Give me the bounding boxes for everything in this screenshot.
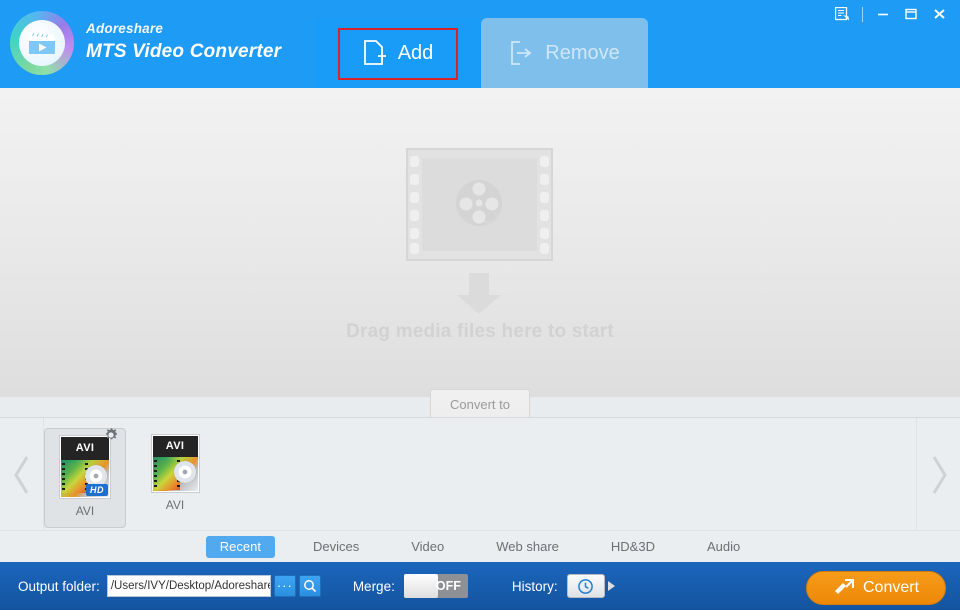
close-icon	[933, 9, 945, 19]
tab-audio[interactable]: Audio	[693, 536, 754, 558]
app-logo-icon	[10, 11, 74, 75]
arrow-down-icon	[457, 273, 501, 314]
brand-company: Adoreshare	[86, 21, 164, 36]
chevron-right-icon	[932, 455, 947, 494]
maximize-icon	[905, 8, 917, 20]
format-filmstrip-icon	[62, 463, 88, 494]
format-item-label: AVI	[165, 498, 185, 512]
add-file-icon	[363, 40, 386, 65]
tab-video[interactable]: Video	[397, 536, 458, 558]
add-button[interactable]: Add	[314, 18, 481, 88]
brand-text: Adoreshare MTS Video Converter	[86, 21, 281, 65]
drop-hint-text: Drag media files here to start	[346, 321, 614, 342]
format-ext-label: AVI	[152, 436, 198, 457]
formats-prev-button[interactable]	[0, 418, 44, 531]
feedback-icon	[834, 7, 849, 21]
bottom-bar: Output folder: /Users/IVY/Desktop/Adores…	[0, 562, 960, 610]
output-folder-input[interactable]: /Users/IVY/Desktop/Adoreshare	[106, 575, 271, 597]
brand-logo-group: Adoreshare MTS Video Converter	[10, 11, 281, 75]
add-button-label: Add	[397, 41, 434, 64]
tab-web-share-label: Web share	[496, 539, 559, 554]
format-thumb-wrap: AVI	[151, 435, 199, 492]
feedback-button[interactable]	[829, 2, 855, 26]
brand-product: MTS Video Converter	[86, 41, 282, 62]
tab-video-label: Video	[411, 539, 445, 554]
tab-devices[interactable]: Devices	[299, 536, 373, 558]
format-ext-label: AVI	[61, 437, 109, 460]
merge-label: Merge:	[352, 578, 395, 594]
format-thumb-wrap: AVI HD	[60, 428, 117, 498]
remove-button[interactable]: Remove	[481, 18, 648, 88]
convert-arrow-icon	[834, 579, 854, 594]
history-dropdown-caret[interactable]	[607, 581, 615, 591]
minimize-icon	[878, 13, 888, 16]
format-category-tabs: Recent Devices Video Web share HD&3D Aud…	[0, 530, 960, 562]
film-strip-icon	[406, 148, 553, 261]
merge-toggle-state: OFF	[435, 579, 461, 593]
remove-button-label: Remove	[545, 41, 620, 64]
tab-devices-label: Devices	[312, 539, 360, 554]
tab-hd3d[interactable]: HD&3D	[597, 536, 669, 558]
tab-audio-label: Audio	[706, 539, 741, 554]
convert-button-label: Convert	[862, 579, 920, 596]
magnifier-icon	[303, 580, 316, 593]
chevron-left-icon	[13, 455, 28, 494]
app-window: Adoreshare MTS Video Converter Add Remov…	[0, 0, 960, 610]
output-folder-label: Output folder:	[18, 578, 100, 594]
browse-folder-button[interactable]: ···	[273, 575, 296, 597]
tab-recent[interactable]: Recent	[205, 535, 275, 558]
format-hd-badge: HD	[86, 484, 108, 496]
format-item-avi[interactable]: AVI AVI	[134, 428, 216, 528]
format-item-avi-hd[interactable]: AVI HD AVI	[44, 428, 126, 528]
convert-to-tab[interactable]: Convert to	[430, 389, 530, 418]
open-folder-search-button[interactable]	[298, 575, 321, 597]
browse-folder-label: ···	[276, 578, 293, 593]
gear-icon[interactable]	[103, 427, 119, 443]
tab-web-share[interactable]: Web share	[482, 536, 573, 558]
convert-button[interactable]: Convert	[806, 571, 946, 605]
formats-next-button[interactable]	[916, 418, 960, 531]
tab-recent-label: Recent	[219, 539, 261, 554]
clock-icon	[578, 578, 593, 594]
close-button[interactable]	[926, 2, 952, 26]
format-item-label: AVI	[75, 504, 95, 518]
convert-to-tab-label: Convert to	[450, 396, 510, 412]
history-label: History:	[511, 578, 558, 594]
title-bar: Adoreshare MTS Video Converter Add Remov…	[0, 0, 960, 88]
tab-hd3d-label: HD&3D	[610, 539, 655, 554]
remove-file-icon	[511, 41, 532, 65]
minimize-button[interactable]	[870, 2, 896, 26]
maximize-button[interactable]	[898, 2, 924, 26]
window-controls-divider	[862, 6, 863, 22]
format-panel: AVI HD AVI AVI AVI	[0, 417, 960, 531]
main-toolbar: Add Remove	[314, 18, 648, 88]
merge-toggle[interactable]: OFF	[403, 574, 468, 598]
media-drop-area[interactable]: Drag media files here to start	[0, 88, 960, 397]
window-controls	[829, 2, 952, 26]
clapperboard-icon	[29, 32, 55, 54]
format-thumbnail: AVI HD	[60, 436, 110, 498]
merge-toggle-knob	[403, 574, 438, 598]
history-button[interactable]	[566, 574, 605, 598]
format-thumbnail: AVI	[151, 435, 199, 492]
format-disc-icon	[173, 461, 196, 484]
format-list: AVI HD AVI AVI AVI	[44, 418, 216, 528]
